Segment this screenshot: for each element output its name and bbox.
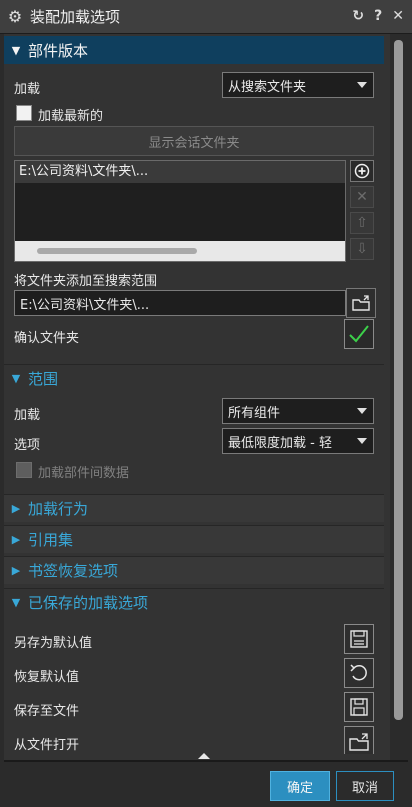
title-bar: ⚙ 装配加载选项 ↻ ? ✕ <box>0 0 412 34</box>
section-title: 部件版本 <box>28 41 89 60</box>
horizontal-scrollbar[interactable] <box>15 241 345 261</box>
folder-path-input[interactable]: E:\公司资料\文件夹\... <box>14 290 346 316</box>
save-default-icon[interactable] <box>344 624 374 654</box>
confirm-check-icon[interactable] <box>344 319 374 349</box>
chevron-right-icon: ▶ <box>11 564 21 577</box>
section-header-load-behavior[interactable]: ▶ 加载行为 <box>4 494 384 522</box>
vertical-scrollbar[interactable] <box>390 36 408 760</box>
chevron-down-icon: ▼ <box>11 372 21 385</box>
section-header-reference-sets[interactable]: ▶ 引用集 <box>4 525 384 553</box>
chevron-right-icon: ▶ <box>11 502 21 515</box>
save-to-file-icon[interactable] <box>344 692 374 722</box>
section-header-saved-options[interactable]: ▼ 已保存的加载选项 <box>4 588 384 616</box>
scope-load-select[interactable]: 所有组件 <box>222 398 374 424</box>
remove-icon[interactable]: ✕ <box>350 186 374 208</box>
chevron-down-icon: ▼ <box>11 43 21 57</box>
reset-icon[interactable]: ↻ <box>352 8 364 24</box>
scope-load-value: 所有组件 <box>228 405 281 421</box>
open-file-icon[interactable] <box>344 726 374 754</box>
gear-icon[interactable]: ⚙ <box>6 7 24 26</box>
save-to-file-label: 保存至文件 <box>14 704 80 719</box>
close-icon[interactable]: ✕ <box>392 8 404 24</box>
section-title: 引用集 <box>28 531 74 549</box>
load-interpart-checkbox[interactable] <box>16 462 32 478</box>
open-from-file-label: 从文件打开 <box>14 738 80 753</box>
cancel-button[interactable]: 取消 <box>336 771 394 801</box>
restore-icon[interactable] <box>344 658 374 688</box>
restore-default-label: 恢复默认值 <box>14 670 80 685</box>
section-title: 书签恢复选项 <box>28 562 119 580</box>
load-select-value: 从搜索文件夹 <box>228 79 307 95</box>
options-value: 最低限度加载 - 轻 <box>228 435 332 451</box>
list-item[interactable]: E:\公司资料\文件夹\... <box>15 161 345 183</box>
title-tools: ↻ ? ✕ <box>352 8 404 24</box>
options-label: 选项 <box>14 438 41 453</box>
show-session-folder-button[interactable]: 显示会话文件夹 <box>14 126 374 156</box>
move-up-icon[interactable]: ⇧ <box>350 212 374 234</box>
dropdown-arrow-icon <box>357 408 367 414</box>
folder-list[interactable]: E:\公司资料\文件夹\... <box>14 160 346 262</box>
options-select[interactable]: 最低限度加载 - 轻 <box>222 428 374 454</box>
collapse-up-icon[interactable] <box>198 753 210 759</box>
confirm-folder-label: 确认文件夹 <box>14 331 80 346</box>
window-title: 装配加载选项 <box>30 8 121 26</box>
scrollbar-thumb[interactable] <box>394 40 403 720</box>
move-down-icon[interactable]: ⇩ <box>350 238 374 260</box>
section-header-scope[interactable]: ▼ 范围 <box>4 364 384 392</box>
add-folder-label: 将文件夹添加至搜索范围 <box>14 274 158 289</box>
dropdown-arrow-icon <box>357 82 367 88</box>
save-default-label: 另存为默认值 <box>14 636 93 651</box>
load-latest-checkbox[interactable] <box>16 105 32 121</box>
chevron-right-icon: ▶ <box>11 533 21 546</box>
load-interpart-label: 加载部件间数据 <box>38 466 130 481</box>
dropdown-arrow-icon <box>357 438 367 444</box>
chevron-down-icon: ▼ <box>11 596 21 609</box>
load-label: 加载 <box>14 82 41 97</box>
open-folder-icon[interactable] <box>346 288 376 318</box>
scope-load-label: 加载 <box>14 408 41 423</box>
scrollbar-thumb[interactable] <box>37 248 197 254</box>
section-title: 范围 <box>28 370 59 388</box>
help-icon[interactable]: ? <box>374 8 382 24</box>
load-select[interactable]: 从搜索文件夹 <box>222 72 374 98</box>
section-header-bookmark-restore[interactable]: ▶ 书签恢复选项 <box>4 556 384 584</box>
section-title: 已保存的加载选项 <box>28 594 149 612</box>
load-latest-label: 加载最新的 <box>38 109 104 124</box>
section-header-part-version[interactable]: ▼ 部件版本 <box>4 36 384 64</box>
add-folder-icon[interactable] <box>350 160 374 182</box>
ok-button[interactable]: 确定 <box>270 771 330 801</box>
section-title: 加载行为 <box>28 500 89 518</box>
